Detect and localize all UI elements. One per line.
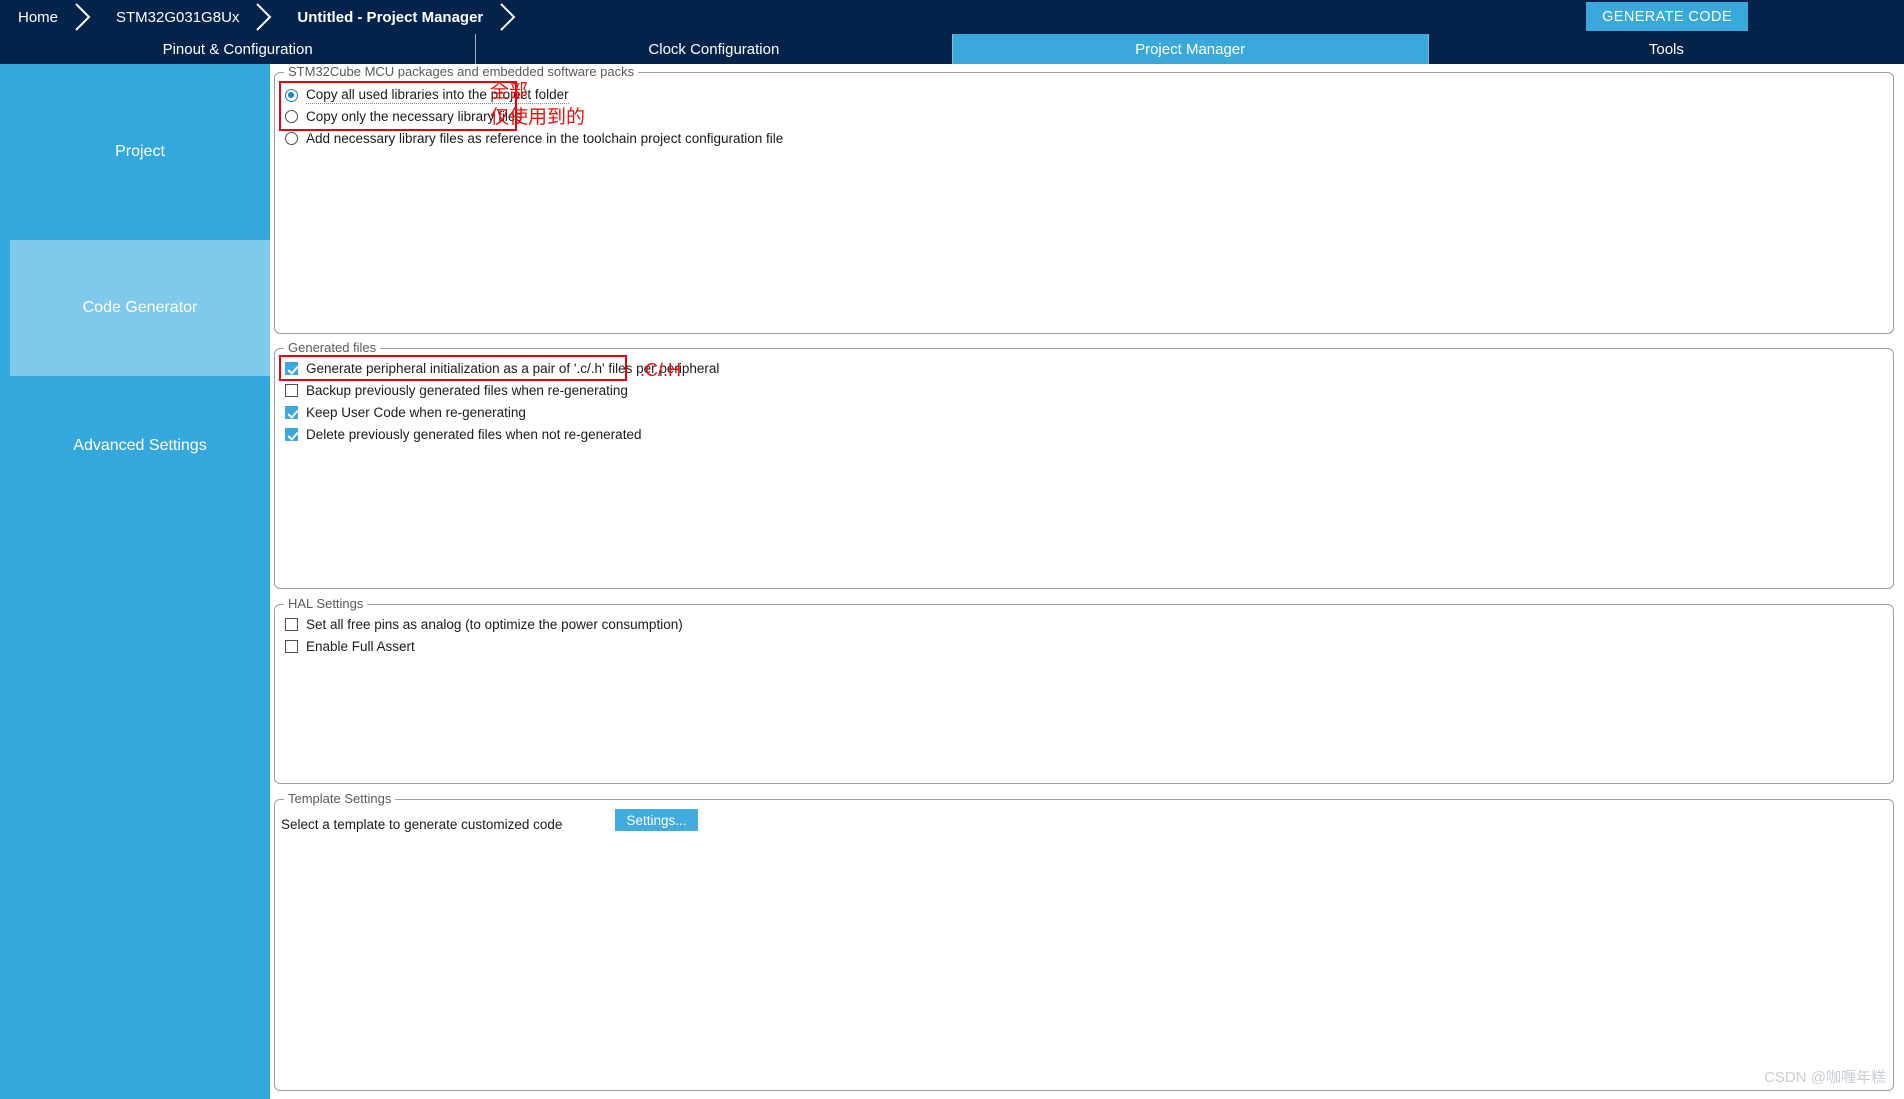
breadcrumb-home-label: Home [18,8,59,26]
tab-label: Project Manager [1135,40,1246,58]
checkbox-delete-generated-files[interactable]: Delete previously generated files when n… [285,427,641,442]
tab-project-manager[interactable]: Project Manager [952,34,1429,64]
tab-label: Pinout & Configuration [162,40,313,58]
sidebar-item-label: Code Generator [82,299,198,316]
sidebar-item-label: Project [115,143,165,160]
checkbox-backup-generated-files[interactable]: Backup previously generated files when r… [285,383,628,398]
generate-code-button[interactable]: GENERATE CODE [1586,2,1748,31]
tab-clock-configuration[interactable]: Clock Configuration [476,34,953,64]
group-template-settings: Template Settings Select a template to g… [274,791,1894,1091]
group-generated-files-legend: Generated files [284,340,381,355]
breadcrumb-current-page-label: Untitled - Project Manager [297,8,484,26]
breadcrumb-chevron-icon [253,0,279,34]
code-generator-panel: STM32Cube MCU packages and embedded soft… [272,64,1898,1099]
checkbox-checked-icon [285,362,298,375]
breadcrumb-mcu-label: STM32G031G8Ux [116,8,240,26]
tab-label: Tools [1648,40,1684,58]
checkbox-checked-icon [285,406,298,419]
title-bar: Home STM32G031G8Ux Untitled - Project Ma… [0,0,1904,34]
checkbox-enable-full-assert-label: Enable Full Assert [306,639,415,654]
radio-on-icon [285,89,298,102]
checkbox-unchecked-icon [285,428,298,441]
annotation-text-all: 全部 [490,81,529,102]
radio-add-reference-libraries[interactable]: Add necessary library files as reference… [285,131,783,146]
group-mcu-packages-legend: STM32Cube MCU packages and embedded soft… [284,64,639,79]
checkbox-unchecked-icon [285,618,298,631]
checkbox-backup-generated-files-label: Backup previously generated files when r… [306,383,628,398]
radio-off-icon [285,132,298,145]
checkbox-set-free-pins-analog[interactable]: Set all free pins as analog (to optimize… [285,617,683,632]
checkbox-set-free-pins-analog-label: Set all free pins as analog (to optimize… [306,617,683,632]
tab-tools[interactable]: Tools [1428,34,1904,64]
sidebar-item-code-generator[interactable]: Code Generator [10,240,270,376]
tab-label: Clock Configuration [648,40,780,58]
group-hal-settings-legend: HAL Settings [284,596,368,611]
breadcrumb-current-page[interactable]: Untitled - Project Manager [279,0,497,34]
radio-off-icon [285,110,298,123]
tab-pinout-configuration[interactable]: Pinout & Configuration [0,34,477,64]
radio-add-reference-libraries-label: Add necessary library files as reference… [306,131,784,146]
breadcrumb-home[interactable]: Home [0,0,72,34]
template-description: Select a template to generate customized… [281,817,563,832]
checkbox-unchecked-icon [285,640,298,653]
annotation-text-c-h: .C/.H [640,360,682,380]
page-body: Project Code Generator Advanced Settings… [0,64,1904,1099]
template-settings-button[interactable]: Settings... [615,809,698,831]
checkbox-unchecked-icon [285,384,298,397]
checkbox-enable-full-assert[interactable]: Enable Full Assert [285,639,415,654]
checkbox-keep-user-code[interactable]: Keep User Code when re-generating [285,405,526,420]
sidebar-item-label: Advanced Settings [73,437,207,454]
group-generated-files: Generated files Generate peripheral init… [274,340,1894,589]
project-manager-sidebar: Project Code Generator Advanced Settings [0,64,270,1099]
annotation-text-only-used: 仅使用到的 [490,107,586,128]
checkbox-keep-user-code-label: Keep User Code when re-generating [306,405,526,420]
radio-copy-necessary-libraries[interactable]: Copy only the necessary library files [285,109,522,124]
sidebar-item-empty[interactable] [10,516,270,1096]
sidebar-item-project[interactable]: Project [10,66,270,238]
sidebar-item-advanced-settings[interactable]: Advanced Settings [10,378,270,514]
checkbox-delete-generated-files-label: Delete previously generated files when n… [306,427,642,442]
main-tab-bar: Pinout & Configuration Clock Configurati… [0,34,1904,64]
breadcrumb-chevron-icon [72,0,98,34]
breadcrumb-chevron-icon [497,0,523,34]
group-hal-settings: HAL Settings Set all free pins as analog… [274,596,1894,784]
group-template-settings-legend: Template Settings [284,791,396,806]
breadcrumb-mcu[interactable]: STM32G031G8Ux [98,0,253,34]
